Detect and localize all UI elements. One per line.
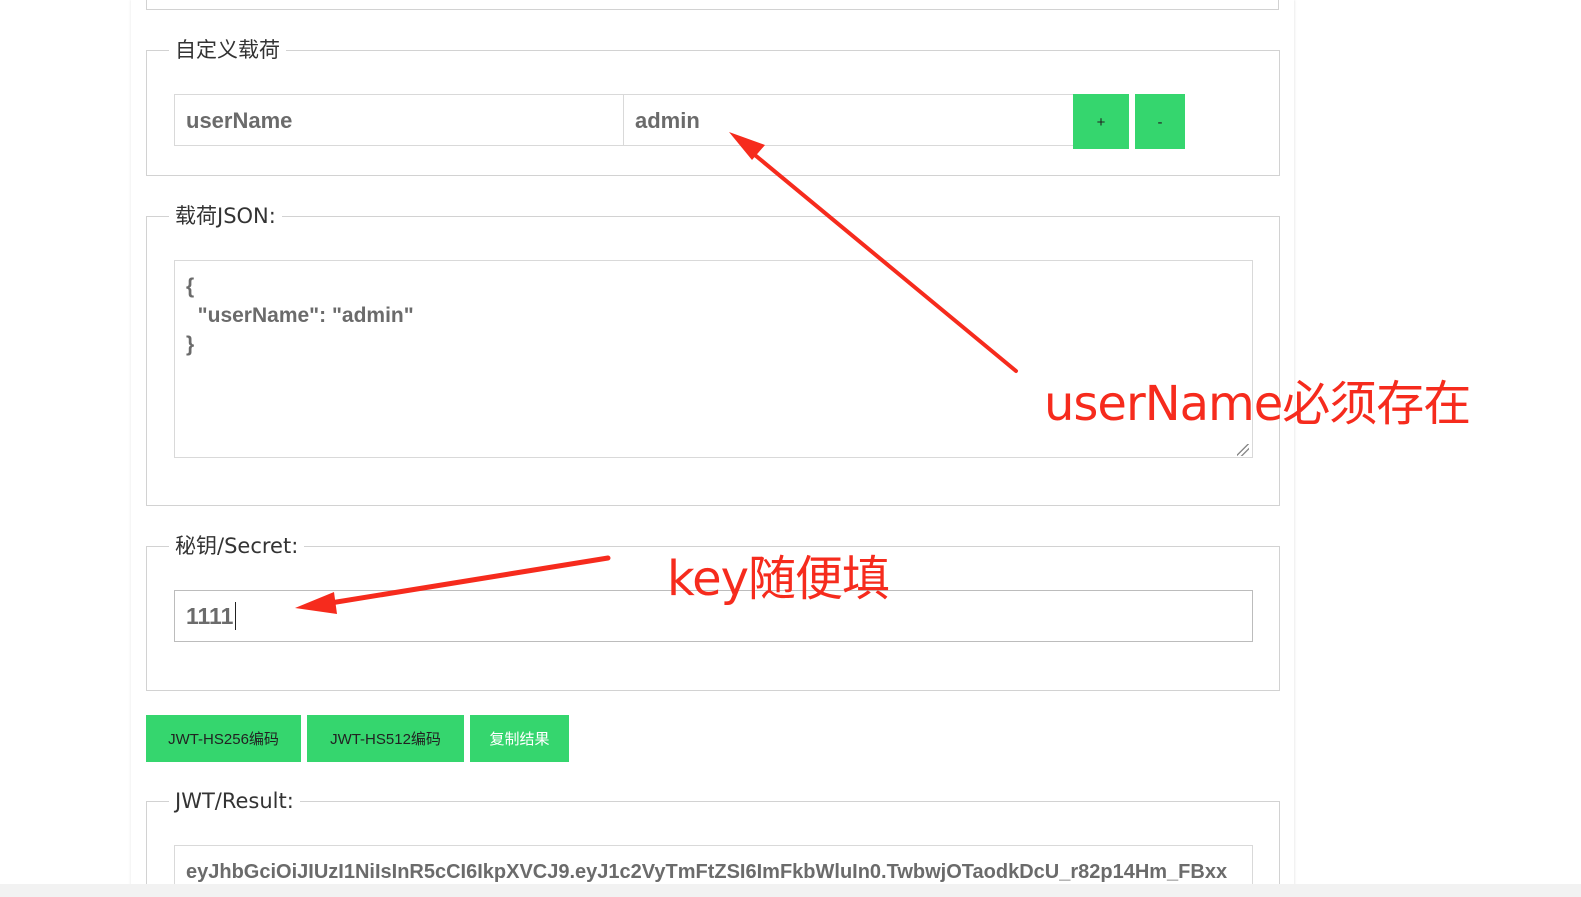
jwt-hs256-encode-button[interactable]: JWT-HS256编码 [146, 715, 301, 762]
text-cursor-icon [235, 602, 237, 630]
bottom-scroll-strip [0, 884, 1581, 897]
payload-json-section: 载荷JSON: { "userName": "admin" } [146, 202, 1280, 506]
textarea-resize-icon[interactable] [1237, 444, 1249, 456]
payload-json-legend: 载荷JSON: [169, 202, 282, 230]
key-random-note: key随便填 [667, 551, 890, 607]
username-required-note: userName必须存在 [1044, 376, 1471, 432]
payload-key-input[interactable]: userName [174, 94, 624, 146]
secret-legend: 秘钥/Secret: [169, 532, 305, 560]
custom-payload-section: 自定义载荷 userName admin + - [146, 36, 1280, 176]
secret-input-value: 1111 [186, 603, 234, 629]
jwt-result-legend: JWT/Result: [169, 787, 300, 815]
jwt-tool-page: 自定义载荷 userName admin + - 载荷JSON: { "user… [0, 0, 1581, 897]
previous-section-edge [146, 0, 1279, 10]
custom-payload-legend: 自定义载荷 [169, 36, 286, 64]
jwt-result-section: JWT/Result: eyJhbGciOiJIUzI1NiIsInR5cCI6… [146, 787, 1280, 897]
jwt-hs512-encode-button[interactable]: JWT-HS512编码 [307, 715, 464, 762]
remove-payload-button[interactable]: - [1135, 94, 1185, 149]
copy-result-button[interactable]: 复制结果 [470, 715, 569, 762]
payload-value-input[interactable]: admin [623, 94, 1074, 146]
add-payload-button[interactable]: + [1073, 94, 1129, 149]
